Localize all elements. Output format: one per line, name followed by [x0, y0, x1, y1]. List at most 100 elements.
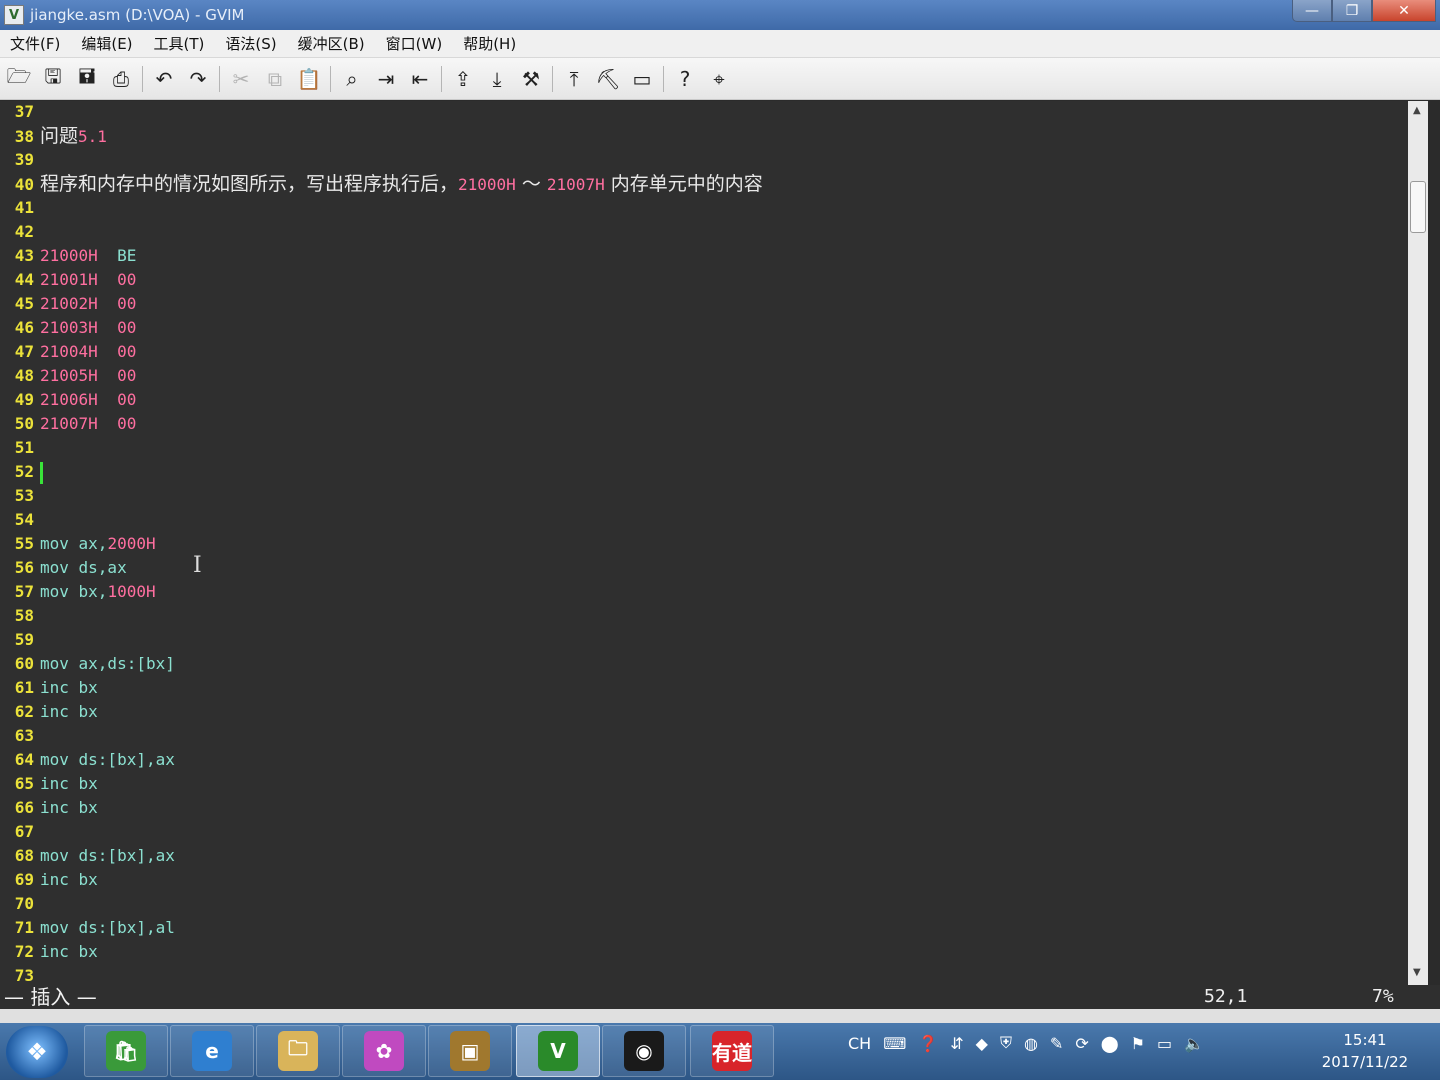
editor-line[interactable]: 64 mov ds:[bx],ax: [0, 748, 175, 772]
editor-line[interactable]: 55 mov ax,2000H: [0, 532, 156, 556]
undo-icon[interactable]: ↶: [149, 64, 179, 94]
editor-line[interactable]: 59: [0, 628, 40, 652]
editor-line[interactable]: 66 inc bx: [0, 796, 98, 820]
security-tray-icon[interactable]: ⛨: [1000, 1033, 1012, 1053]
menu-item-5[interactable]: 窗口(W): [386, 33, 443, 54]
print-icon[interactable]: ⎙: [106, 64, 136, 94]
editor-line[interactable]: 73: [0, 964, 40, 985]
editor-line[interactable]: 43 21000H BE: [0, 244, 137, 268]
menu-item-3[interactable]: 语法(S): [225, 33, 276, 54]
copy-icon[interactable]: ⧉: [260, 64, 290, 94]
editor-line[interactable]: 57 mov bx,1000H: [0, 580, 156, 604]
save-all-icon[interactable]: 🖬: [72, 64, 102, 94]
run-script-icon[interactable]: ⚒: [516, 64, 546, 94]
start-button[interactable]: ❖: [6, 1026, 68, 1078]
ime-icon[interactable]: ⇵: [950, 1034, 963, 1053]
scrollbar-thumb[interactable]: [1410, 181, 1426, 233]
menu-item-2[interactable]: 工具(T): [154, 33, 205, 54]
editor-line[interactable]: 69 inc bx: [0, 868, 98, 892]
taskbar-button[interactable]: 有道: [690, 1025, 774, 1077]
editor-line[interactable]: 51: [0, 436, 40, 460]
editor-line[interactable]: 48 21005H 00: [0, 364, 137, 388]
menu-item-0[interactable]: 文件(F): [10, 33, 60, 54]
app-tray-icon[interactable]: ◆: [976, 1034, 988, 1053]
help-icon[interactable]: ?: [670, 64, 700, 94]
editor-line[interactable]: 41: [0, 196, 40, 220]
cut-icon[interactable]: ✂: [226, 64, 256, 94]
vertical-scrollbar[interactable]: ▲ ▼: [1408, 101, 1428, 985]
network-globe-icon[interactable]: ◍: [1024, 1034, 1038, 1053]
taskbar-gvim-icon: V: [538, 1031, 578, 1071]
clock[interactable]: 15:41 2017/11/22: [1300, 1029, 1430, 1073]
volume-icon[interactable]: 🔈: [1184, 1034, 1204, 1053]
language-indicator[interactable]: CH: [848, 1034, 871, 1053]
make-icon[interactable]: ⤒: [559, 64, 589, 94]
taskbar-button[interactable]: ▣: [428, 1025, 512, 1077]
tool-tray-icon[interactable]: ✎: [1050, 1034, 1063, 1053]
editor-line[interactable]: 38 问题5.1: [0, 124, 107, 148]
taskbar-button[interactable]: 🛍: [84, 1025, 168, 1077]
keyboard-icon[interactable]: ⌨: [883, 1034, 906, 1053]
editor-line[interactable]: 45 21002H 00: [0, 292, 137, 316]
menu-item-4[interactable]: 缓冲区(B): [298, 33, 365, 54]
line-number: 68: [14, 846, 34, 865]
editor-line[interactable]: 46 21003H 00: [0, 316, 137, 340]
find-replace-icon[interactable]: ⌕: [337, 64, 367, 94]
editor-line[interactable]: 37: [0, 101, 40, 124]
find-help-icon[interactable]: ⌖: [704, 64, 734, 94]
editor-line[interactable]: 61 inc bx: [0, 676, 98, 700]
ctags-icon[interactable]: ▭: [627, 64, 657, 94]
paste-icon[interactable]: 📋: [294, 64, 324, 94]
taskbar-button[interactable]: ✿: [342, 1025, 426, 1077]
editor-area[interactable]: I 37 38 问题5.1 39 40 程序和内存中的情况如图所示，写出程序执行后，210…: [0, 101, 1408, 985]
editor-line[interactable]: 62 inc bx: [0, 700, 98, 724]
shell-icon[interactable]: ⛏: [593, 64, 623, 94]
editor-line[interactable]: 40 程序和内存中的情况如图所示，写出程序执行后，21000H ～ 21007H …: [0, 172, 763, 196]
code-token: 21003H 00: [40, 318, 137, 337]
editor-line[interactable]: 67: [0, 820, 40, 844]
editor-line[interactable]: 49 21006H 00: [0, 388, 137, 412]
editor-line[interactable]: 58: [0, 604, 40, 628]
taskbar-button[interactable]: V: [516, 1025, 600, 1077]
redo-icon[interactable]: ↷: [183, 64, 213, 94]
editor-line[interactable]: 70: [0, 892, 40, 916]
find-next-icon[interactable]: ⇥: [371, 64, 401, 94]
update-tray-icon[interactable]: ⟳: [1075, 1034, 1088, 1053]
editor-line[interactable]: 68 mov ds:[bx],ax: [0, 844, 175, 868]
help-tray-icon[interactable]: ❓: [918, 1034, 938, 1053]
taskbar-button[interactable]: ◉: [602, 1025, 686, 1077]
taskbar-button[interactable]: e: [170, 1025, 254, 1077]
editor-line[interactable]: 72 inc bx: [0, 940, 98, 964]
scroll-down-icon[interactable]: ▼: [1413, 967, 1421, 978]
editor-line[interactable]: 54: [0, 508, 40, 532]
minimize-button[interactable]: —: [1292, 0, 1332, 22]
editor-line[interactable]: 71 mov ds:[bx],al: [0, 916, 175, 940]
maximize-button[interactable]: ❐: [1332, 0, 1372, 22]
editor-line[interactable]: 53: [0, 484, 40, 508]
code-token: 问题: [40, 125, 79, 147]
monitor-icon[interactable]: ▭: [1157, 1034, 1172, 1053]
scroll-up-icon[interactable]: ▲: [1413, 105, 1421, 116]
menu-item-1[interactable]: 编辑(E): [81, 33, 132, 54]
editor-line[interactable]: 52: [0, 460, 43, 484]
menu-item-6[interactable]: 帮助(H): [463, 33, 516, 54]
taskbar-button[interactable]: 🗀: [256, 1025, 340, 1077]
editor-line[interactable]: 65 inc bx: [0, 772, 98, 796]
save-session-icon[interactable]: ⤓: [482, 64, 512, 94]
close-button[interactable]: ✕: [1372, 0, 1436, 22]
editor-line[interactable]: 56 mov ds,ax: [0, 556, 127, 580]
find-prev-icon[interactable]: ⇤: [405, 64, 435, 94]
open-icon[interactable]: 🗁: [4, 64, 34, 94]
editor-line[interactable]: 42: [0, 220, 40, 244]
load-session-icon[interactable]: ⇪: [448, 64, 478, 94]
gvim-app-icon[interactable]: V: [4, 5, 24, 25]
editor-line[interactable]: 50 21007H 00: [0, 412, 137, 436]
editor-line[interactable]: 47 21004H 00: [0, 340, 137, 364]
flag-icon[interactable]: ⚑: [1131, 1034, 1145, 1053]
editor-line[interactable]: 63: [0, 724, 40, 748]
editor-line[interactable]: 44 21001H 00: [0, 268, 137, 292]
save-icon[interactable]: 🖫: [38, 64, 68, 94]
editor-line[interactable]: 60 mov ax,ds:[bx]: [0, 652, 175, 676]
sync-tray-icon[interactable]: ⬤: [1101, 1034, 1119, 1053]
editor-line[interactable]: 39: [0, 148, 40, 172]
